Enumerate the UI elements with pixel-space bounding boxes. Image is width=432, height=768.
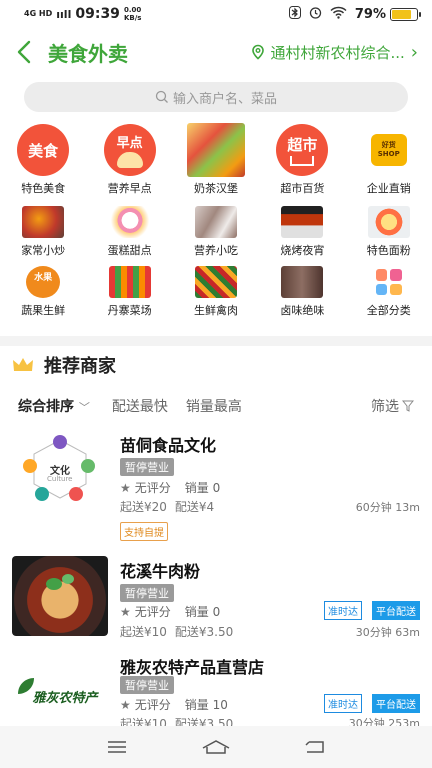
shop-card[interactable]: 花溪牛肉粉 暂停营业 ★ 无评分 销量 0 准时达 平台配送 起送¥10 配送¥3… xyxy=(0,556,432,646)
alarm-icon xyxy=(309,6,322,22)
delivery-eta: 30分钟 253m xyxy=(348,717,420,726)
signal-icon: ııll xyxy=(56,7,72,21)
platform-delivery-tag: 平台配送 xyxy=(372,601,420,620)
search-placeholder: 输入商户名、菜品 xyxy=(172,91,277,107)
category-specialty-food[interactable]: 美食 特色美食 xyxy=(0,124,86,196)
shop-name: 雅灰农特产品直营店 xyxy=(120,658,265,677)
leaf-icon xyxy=(18,678,34,694)
shop-logo: 文化 Culture xyxy=(12,432,108,512)
category-cake-dessert[interactable]: 蛋糕甜点 xyxy=(86,206,172,258)
category-enterprise-direct[interactable]: 好货SHOP 企业直销 xyxy=(346,124,432,196)
burger-tea-photo xyxy=(186,123,245,177)
noodle-photo xyxy=(367,206,410,238)
platform-delivery-tag: 平台配送 xyxy=(372,694,420,713)
sort-fastest-button[interactable]: 配送最快 xyxy=(112,396,168,416)
category-supermarket[interactable]: 超市 超市百货 xyxy=(259,124,345,196)
sort-best-selling-button[interactable]: 销量最高 xyxy=(186,396,242,416)
breakfast-bun-icon: 早点 xyxy=(103,124,156,176)
crown-icon xyxy=(13,358,33,371)
location-pin-icon xyxy=(252,44,265,60)
good-shop-icon: 好货SHOP xyxy=(370,134,407,166)
home-icon[interactable] xyxy=(201,739,231,755)
market-photo xyxy=(108,266,151,298)
fruit-icon: 水果 xyxy=(26,266,61,298)
network-speed: 0.00 KB/s xyxy=(123,6,142,22)
search-icon xyxy=(155,90,168,103)
braised-photo xyxy=(281,266,324,298)
stir-fry-photo xyxy=(22,206,65,238)
shop-photo xyxy=(12,556,108,636)
section-title: 推荐商家 xyxy=(44,356,116,377)
category-bbq[interactable]: 烧烤夜宵 xyxy=(259,206,345,258)
pickup-tag: 支持自提 xyxy=(120,522,168,541)
category-fresh-meat[interactable]: 生鲜禽肉 xyxy=(173,266,259,318)
chevron-down-icon: ﹀ xyxy=(78,401,90,414)
back-button[interactable] xyxy=(0,30,48,74)
category-noodles[interactable]: 特色面粉 xyxy=(346,206,432,258)
chevron-right-icon: › xyxy=(410,41,418,63)
page-title: 美食外卖 xyxy=(48,41,128,66)
section-header: 推荐商家 xyxy=(12,352,116,378)
location-selector[interactable]: 通村村新农村综合... › xyxy=(250,42,432,63)
all-categories-icon xyxy=(373,266,405,298)
status-badge: 暂停营业 xyxy=(120,458,174,476)
filter-icon xyxy=(402,400,414,412)
filter-button[interactable]: 筛选 xyxy=(371,396,414,416)
shop-rating: ★ 无评分 销量 0 xyxy=(120,480,221,496)
bbq-photo xyxy=(281,206,324,238)
clock: 09:39 xyxy=(75,6,120,22)
chevron-left-icon xyxy=(17,40,31,64)
star-icon: ★ xyxy=(120,697,131,712)
category-home-cooking[interactable]: 家常小炒 xyxy=(0,206,86,258)
snack-photo xyxy=(194,206,237,238)
on-time-tag: 准时达 xyxy=(324,694,362,713)
shop-fees: 起送¥10 配送¥3.50 xyxy=(120,717,234,726)
back-nav-icon[interactable] xyxy=(304,739,326,755)
menu-icon[interactable] xyxy=(106,739,128,755)
food-category-icon: 美食 xyxy=(17,124,70,176)
cake-photo xyxy=(108,206,151,238)
category-snacks[interactable]: 营养小吃 xyxy=(173,206,259,258)
on-time-tag: 准时达 xyxy=(324,601,362,620)
shop-fees: 起送¥10 配送¥3.50 xyxy=(120,625,234,639)
shop-card[interactable]: 雅灰农特产 雅灰农特产品直营店 暂停营业 ★ 无评分 销量 10 准时达 平台配… xyxy=(0,652,432,726)
star-icon: ★ xyxy=(120,604,131,619)
shop-fees: 起送¥20 配送¥4 xyxy=(120,500,215,514)
category-braised[interactable]: 卤味绝味 xyxy=(259,266,345,318)
wifi-icon xyxy=(330,6,347,22)
status-bar: 4G HD ııll 09:39 0.00 KB/s 79% xyxy=(0,0,432,28)
shop-logo: 雅灰农特产 xyxy=(12,652,108,726)
battery-icon xyxy=(390,7,421,21)
shop-rating: ★ 无评分 销量 10 xyxy=(120,697,228,713)
category-fruit-veg[interactable]: 水果 蔬果生鲜 xyxy=(0,266,86,318)
network-indicator: 4G HD xyxy=(24,9,53,18)
shop-card[interactable]: 文化 Culture 苗侗食品文化 暂停营业 ★ 无评分 销量 0 起送¥20 配… xyxy=(0,430,432,550)
delivery-eta: 30分钟 63m xyxy=(355,626,420,639)
supermarket-icon: 超市 xyxy=(276,124,329,176)
meat-photo xyxy=(194,266,237,298)
location-label: 通村村新农村综合... xyxy=(270,43,405,62)
shop-name: 花溪牛肉粉 xyxy=(120,562,201,581)
status-badge: 暂停营业 xyxy=(120,676,174,694)
system-nav-bar xyxy=(0,726,432,768)
category-tea-burger[interactable]: 奶茶汉堡 xyxy=(173,123,259,196)
search-input[interactable]: 输入商户名、菜品 xyxy=(24,82,408,112)
battery-percent: 79% xyxy=(354,6,386,22)
status-badge: 暂停营业 xyxy=(120,584,174,602)
shop-name: 苗侗食品文化 xyxy=(120,436,217,455)
app-header: 美食外卖 通村村新农村综合... › xyxy=(0,30,432,74)
delivery-eta: 60分钟 13m xyxy=(355,501,420,514)
category-danzhai-market[interactable]: 丹寨菜场 xyxy=(86,266,172,318)
sort-bar: 综合排序 ﹀ 配送最快 销量最高 筛选 xyxy=(0,396,432,416)
shop-rating: ★ 无评分 销量 0 xyxy=(120,604,221,620)
bluetooth-icon xyxy=(288,6,301,22)
star-icon: ★ xyxy=(120,480,131,495)
category-breakfast[interactable]: 早点 营养早点 xyxy=(86,124,172,196)
section-divider xyxy=(0,336,432,346)
sort-default-button[interactable]: 综合排序 ﹀ xyxy=(18,396,90,416)
category-all[interactable]: 全部分类 xyxy=(346,266,432,318)
